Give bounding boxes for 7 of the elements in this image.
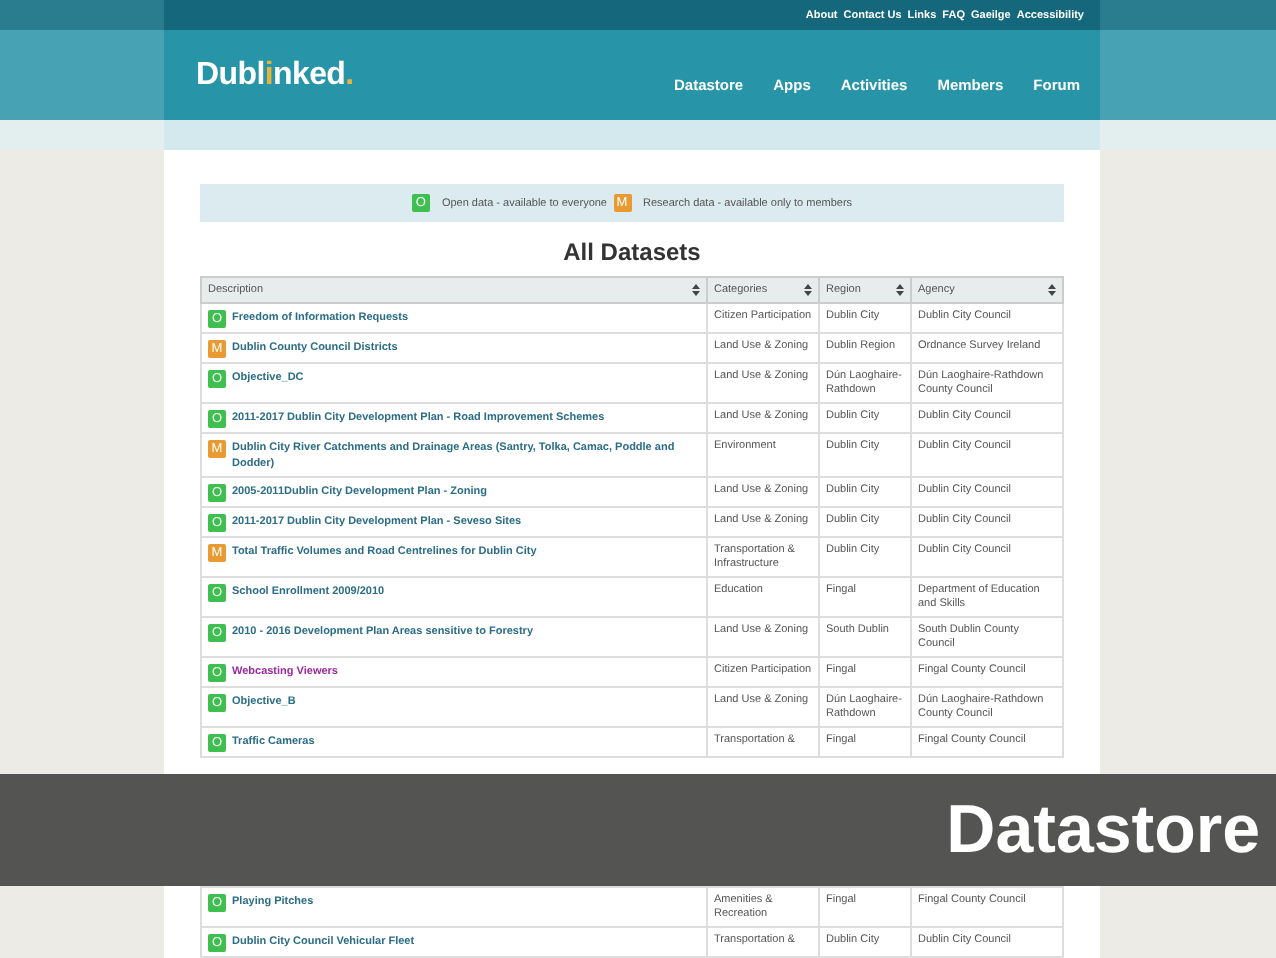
sort-icon (896, 284, 904, 296)
caption-text: Datastore (946, 791, 1260, 869)
logo[interactable]: Dublinked. (196, 57, 354, 93)
page-title: All Datasets (561, 238, 703, 266)
sort-icon (804, 284, 812, 296)
sort-icon (692, 284, 700, 296)
sort-icon (1048, 284, 1056, 296)
